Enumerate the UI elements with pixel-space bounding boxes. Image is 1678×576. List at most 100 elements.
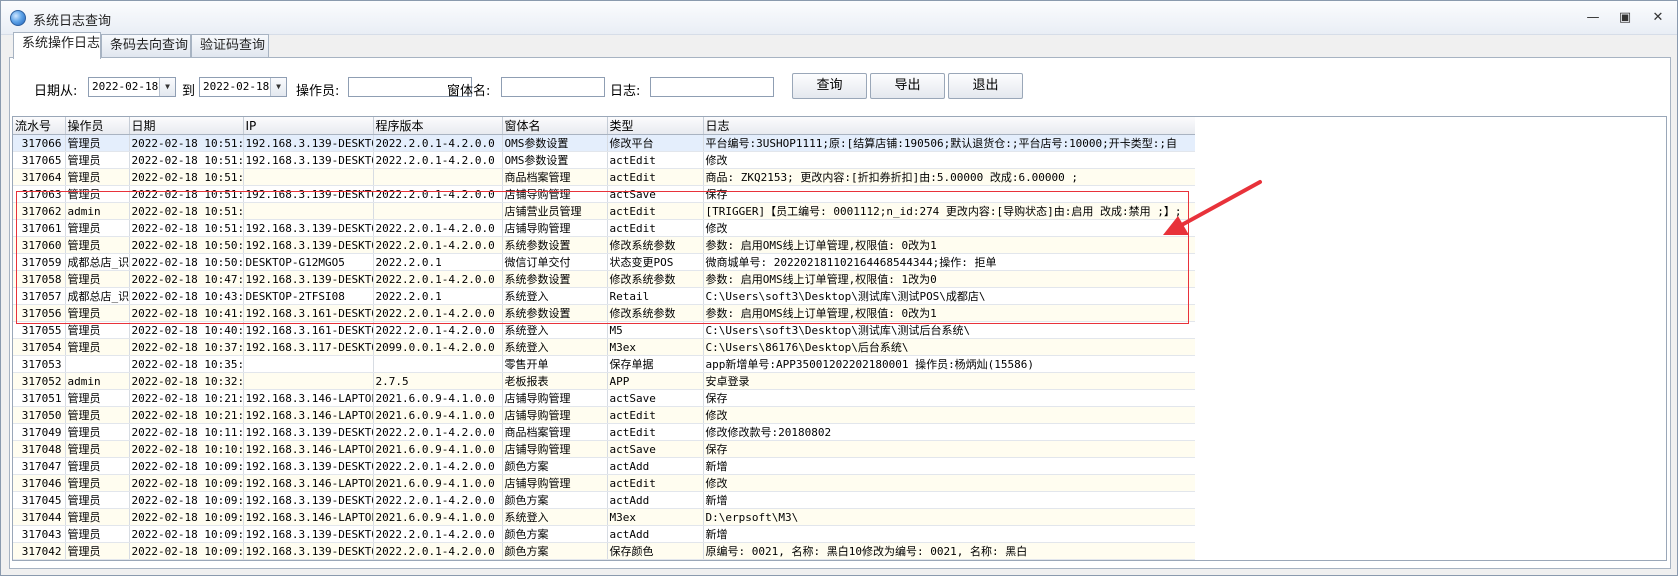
type-cell: actEdit [607,406,704,424]
table-row[interactable]: 317060 管理员 2022-02-18 10:50:5 192.168.3.139… [13,236,1195,254]
table-row[interactable]: 317062 admin 2022-02-18 10:51:0 店铺营业员管理 actE… [13,202,1195,220]
form-cell: OMS参数设置 [502,151,608,169]
table-row[interactable]: 317053 2022-02-18 10:35:2 零售开单 保存单据 app新增单号:… [13,355,1195,373]
type-cell: actAdd [607,491,704,509]
title-bar: 系统日志查询 — ▣ ✕ [1,1,1677,35]
chevron-down-icon[interactable]: ▼ [159,78,175,96]
column-header[interactable]: 窗体名 [502,117,608,135]
date-cell: 2022-02-18 10:10:1 [129,440,244,458]
log-cell: 平台编号:3USHOP1111;原:[结算店铺:190506;默认退货仓:;平台… [703,134,1195,152]
tab-barcode-destination[interactable]: 条码去向查询 [101,34,191,58]
table-row[interactable]: 317044 管理员 2022-02-18 10:09:0 192.168.3.146… [13,508,1195,526]
serial-cell: 317048 [13,440,66,458]
table-row[interactable]: 317065 管理员 2022-02-18 10:51:5 192.168.3.139… [13,151,1195,169]
version-cell: 2022.2.0.1-4.2.0.0 [373,321,503,339]
table-row[interactable]: 317056 管理员 2022-02-18 10:41:0 192.168.3.161… [13,304,1195,322]
app-globe-icon [10,10,26,26]
table-row[interactable]: 317061 管理员 2022-02-18 10:51:0 192.168.3.139… [13,219,1195,237]
close-button[interactable]: ✕ [1646,9,1670,27]
table-row[interactable]: 317052 admin 2022-02-18 10:32:4 2.7.5 老板报表 AP… [13,372,1195,390]
operator-cell: 管理员 [65,457,130,475]
version-cell: 2021.6.0.9-4.1.0.0 [373,508,503,526]
log-cell: 修改修改款号:20180802 [703,423,1195,441]
restore-button[interactable]: ▣ [1613,9,1637,27]
header-row: 流水号 操作员 日期 IP 程序版本 窗体名 类型 日志 [13,117,1195,135]
serial-cell: 317063 [13,185,66,203]
form-cell: 系统参数设置 [502,236,608,254]
date-cell: 2022-02-18 10:09:0 [129,491,244,509]
tab-system-operation-log[interactable]: 系统操作日志 [13,32,101,59]
form-cell: 店铺导购管理 [502,389,608,407]
table-row[interactable]: 317054 管理员 2022-02-18 10:37:2 192.168.3.117… [13,338,1195,356]
table-row[interactable]: 317064 管理员 2022-02-18 10:51:3 商品档案管理 actEdit… [13,168,1195,186]
ip-cell: 192.168.3.139-DESKTOP [243,457,374,475]
type-cell: M5 [607,321,704,339]
chevron-down-icon[interactable]: ▼ [270,78,286,96]
table-row[interactable]: 317048 管理员 2022-02-18 10:10:1 192.168.3.146… [13,440,1195,458]
operator-cell: 管理员 [65,321,130,339]
form-cell: 微信订单交付 [502,253,608,271]
column-header[interactable]: 日志 [703,117,1195,135]
export-button[interactable]: 导出 [870,73,945,99]
ip-cell: 192.168.3.146-LAPTOP- [243,474,374,492]
type-cell: actEdit [607,423,704,441]
column-header[interactable]: IP [243,117,374,135]
log-cell: 新增 [703,491,1195,509]
date-cell: 2022-02-18 10:35:2 [129,355,244,373]
minimize-button[interactable]: — [1581,9,1605,27]
ip-cell [243,202,374,220]
column-header[interactable]: 操作员 [65,117,130,135]
ip-cell: 192.168.3.117-DESKTOP [243,338,374,356]
serial-cell: 317050 [13,406,66,424]
table-row[interactable]: 317057 成都总店_识 2022-02-18 10:43:2 DESKTOP-2T… [13,287,1195,305]
column-header[interactable]: 程序版本 [373,117,503,135]
query-button[interactable]: 查询 [792,73,867,99]
column-header[interactable]: 流水号 [13,117,66,135]
ip-cell: 192.168.3.139-DESKTOP [243,542,374,560]
version-cell: 2022.2.0.1-4.2.0.0 [373,423,503,441]
version-cell: 2022.2.0.1 [373,287,503,305]
column-header[interactable]: 日期 [129,117,244,135]
table-row[interactable]: 317046 管理员 2022-02-18 10:09:4 192.168.3.146… [13,474,1195,492]
date-to-picker[interactable]: 2022-02-18 ▼ [199,77,287,97]
operator-label: 操作员: [296,84,340,99]
date-cell: 2022-02-18 10:21:2 [129,389,244,407]
table-row[interactable]: 317047 管理员 2022-02-18 10:09:5 192.168.3.139… [13,457,1195,475]
serial-cell: 317052 [13,372,66,390]
exit-button[interactable]: 退出 [948,73,1023,99]
log-cell: 微商城单号: 202202181102164468544344;操作: 拒单 [703,253,1195,271]
type-cell: actEdit [607,151,704,169]
operator-cell: 管理员 [65,491,130,509]
table-row[interactable]: 317050 管理员 2022-02-18 10:21:1 192.168.3.146… [13,406,1195,424]
form-cell: 老板报表 [502,372,608,390]
column-header[interactable]: 类型 [607,117,704,135]
table-row[interactable]: 317045 管理员 2022-02-18 10:09:0 192.168.3.139… [13,491,1195,509]
date-cell: 2022-02-18 10:51:5 [129,134,244,152]
log-grid[interactable]: 流水号 操作员 日期 IP 程序版本 窗体名 类型 日志 317066 管理员 20… [12,116,1667,561]
date-cell: 2022-02-18 10:41:0 [129,304,244,322]
date-from-picker[interactable]: 2022-02-18 ▼ [88,77,176,97]
log-cell: 修改 [703,151,1195,169]
table-row[interactable]: 317063 管理员 2022-02-18 10:51:1 192.168.3.139… [13,185,1195,203]
table-row[interactable]: 317049 管理员 2022-02-18 10:11:0 192.168.3.139… [13,423,1195,441]
table-row[interactable]: 317042 管理员 2022-02-18 10:09:0 192.168.3.139… [13,542,1195,560]
form-name-input[interactable] [501,77,605,97]
table-row[interactable]: 317059 成都总店_识 2022-02-18 10:50:4 DESKTOP-G1… [13,253,1195,271]
type-cell: actAdd [607,525,704,543]
table-row[interactable]: 317043 管理员 2022-02-18 10:09:0 192.168.3.139… [13,525,1195,543]
serial-cell: 317051 [13,389,66,407]
table-row[interactable]: 317058 管理员 2022-02-18 10:47:3 192.168.3.139… [13,270,1195,288]
ip-cell: 192.168.3.139-DESKTOP [243,270,374,288]
operator-cell: 管理员 [65,440,130,458]
form-cell: 店铺导购管理 [502,185,608,203]
log-input[interactable] [650,77,774,97]
table-row[interactable]: 317066 管理员 2022-02-18 10:51:5 192.168.3.139… [13,134,1195,152]
form-cell: 系统登入 [502,508,608,526]
form-cell: 商品档案管理 [502,423,608,441]
log-cell: 修改 [703,474,1195,492]
tab-verification-code[interactable]: 验证码查询 [191,34,269,58]
table-row[interactable]: 317055 管理员 2022-02-18 10:40:4 192.168.3.161… [13,321,1195,339]
ip-cell: 192.168.3.139-DESKTOP [243,423,374,441]
table-row[interactable]: 317051 管理员 2022-02-18 10:21:2 192.168.3.146… [13,389,1195,407]
form-cell: OMS参数设置 [502,134,608,152]
